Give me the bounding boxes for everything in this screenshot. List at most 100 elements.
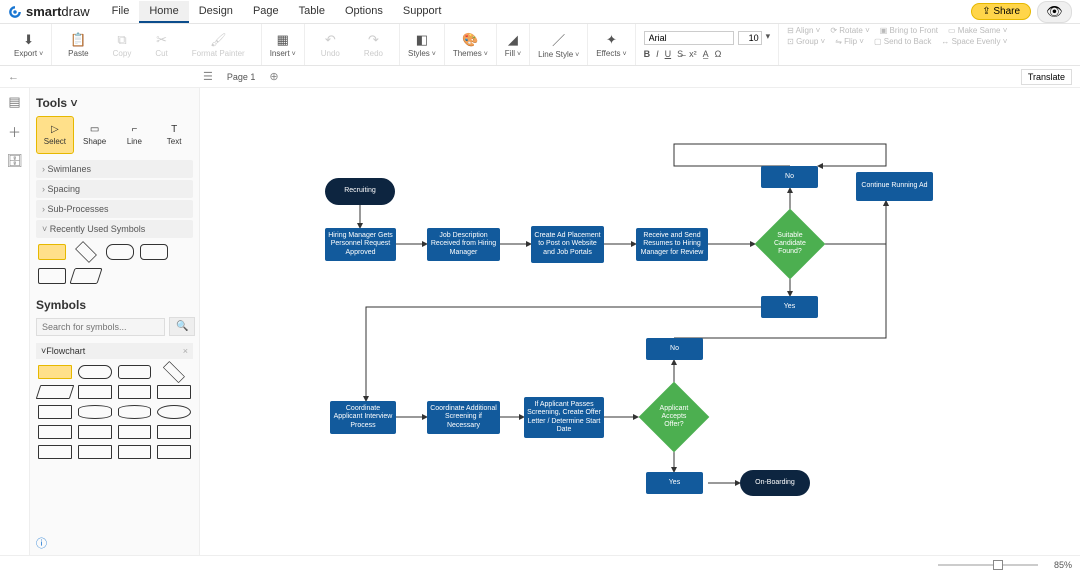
paste-button[interactable]: 📋Paste xyxy=(60,32,96,58)
recent-symbol-round-rect[interactable] xyxy=(140,244,168,260)
sym-pill[interactable] xyxy=(78,365,112,379)
rail-add-icon[interactable]: ＋ xyxy=(8,122,21,141)
rail-layers-icon[interactable]: ▤ xyxy=(8,94,20,110)
sym-rect3[interactable] xyxy=(38,425,72,439)
effects-button[interactable]: ✦Effects xyxy=(588,24,635,65)
list-toggle-icon[interactable]: ☰ xyxy=(203,70,213,83)
node-recruiting[interactable]: Recruiting xyxy=(325,178,395,205)
share-button[interactable]: ⇪ Share xyxy=(971,3,1031,20)
font-color-button[interactable]: A̲ xyxy=(703,49,709,59)
space-evenly-button[interactable]: ↔ Space Evenly ˅ xyxy=(941,37,1007,46)
search-icon[interactable]: 🔍 xyxy=(169,317,195,336)
insert-button[interactable]: ▦Insert xyxy=(262,24,305,65)
flowchart-section-header[interactable]: ˅ Flowchart× xyxy=(36,343,193,359)
underline-button[interactable]: U xyxy=(665,49,672,59)
export-button[interactable]: ⬇Export xyxy=(6,24,52,65)
bring-front-button[interactable]: ▣ Bring to Front xyxy=(880,26,938,35)
node-no-2[interactable]: No xyxy=(646,338,703,360)
back-button[interactable]: ← xyxy=(8,71,19,83)
font-size-input[interactable] xyxy=(738,31,762,45)
node-coord-screening[interactable]: Coordinate Additional Screening if Neces… xyxy=(427,401,500,434)
node-job-description[interactable]: Job Description Received from Hiring Man… xyxy=(427,228,500,261)
menu-file[interactable]: File xyxy=(102,1,140,23)
group-button[interactable]: ⊡ Group ˅ xyxy=(787,37,825,46)
tool-shape[interactable]: ▭Shape xyxy=(76,116,114,154)
sym-circle[interactable] xyxy=(157,405,191,419)
menu-table[interactable]: Table xyxy=(289,1,335,23)
recent-symbol-parallelogram[interactable] xyxy=(69,268,102,284)
node-yes-2[interactable]: Yes xyxy=(646,472,703,494)
sym-rect4[interactable] xyxy=(78,425,112,439)
recent-symbol-rect[interactable] xyxy=(38,244,66,260)
sym-roundrect[interactable] xyxy=(118,365,152,379)
node-yes-1[interactable]: Yes xyxy=(761,296,818,318)
sym-rect8[interactable] xyxy=(157,445,191,459)
tool-line[interactable]: ⌐Line xyxy=(116,116,154,154)
node-no-1[interactable]: No xyxy=(761,166,818,188)
page-tab[interactable]: Page 1 xyxy=(227,72,256,82)
rail-db-icon[interactable]: 🗄 xyxy=(6,153,23,169)
sym-tab[interactable] xyxy=(157,385,191,399)
accordion-swimlanes[interactable]: Swimlanes xyxy=(36,160,193,178)
preview-button[interactable]: 👁 xyxy=(1037,1,1072,23)
menu-options[interactable]: Options xyxy=(335,1,393,23)
node-continue-ad[interactable]: Continue Running Ad xyxy=(856,172,933,201)
align-button[interactable]: ⊟ Align ˅ xyxy=(787,26,820,35)
font-size-dropdown[interactable]: ▾ xyxy=(766,31,771,45)
sym-cylinder[interactable] xyxy=(78,405,112,419)
node-coord-interview[interactable]: Coordinate Applicant Interview Process xyxy=(330,401,396,434)
translate-button[interactable]: Translate xyxy=(1021,69,1072,85)
font-family-select[interactable] xyxy=(644,31,734,45)
bold-button[interactable]: B xyxy=(644,49,651,59)
sym-rect5[interactable] xyxy=(118,425,152,439)
sym-doc[interactable] xyxy=(78,385,112,399)
recent-symbol-rect2[interactable] xyxy=(38,268,66,284)
canvas[interactable]: Recruiting Hiring Manager Gets Personnel… xyxy=(200,88,1080,555)
sym-trap[interactable] xyxy=(118,445,152,459)
styles-button[interactable]: ◧Styles xyxy=(400,24,445,65)
recent-symbol-pill[interactable] xyxy=(106,244,134,260)
superscript-button[interactable]: x² xyxy=(689,49,697,59)
sym-rect[interactable] xyxy=(38,365,72,379)
tool-select[interactable]: ▷Select xyxy=(36,116,74,154)
strike-button[interactable]: S̶ xyxy=(677,49,683,59)
menu-design[interactable]: Design xyxy=(189,1,243,23)
accordion-subprocesses[interactable]: Sub-Processes xyxy=(36,200,193,218)
make-same-button[interactable]: ▭ Make Same ˅ xyxy=(948,26,1007,35)
symbol-search-input[interactable] xyxy=(36,318,165,336)
zoom-slider[interactable] xyxy=(938,564,1038,566)
menu-support[interactable]: Support xyxy=(393,1,452,23)
sym-card[interactable] xyxy=(118,385,152,399)
sym-rect7[interactable] xyxy=(38,445,72,459)
recent-symbol-diamond[interactable] xyxy=(75,241,97,263)
flip-button[interactable]: ⇋ Flip ˅ xyxy=(835,37,864,46)
menu-home[interactable]: Home xyxy=(139,1,188,23)
zoom-percent[interactable]: 85% xyxy=(1054,560,1072,570)
node-receive-resumes[interactable]: Receive and Send Resumes to Hiring Manag… xyxy=(636,228,708,261)
sym-para1[interactable] xyxy=(36,385,74,399)
close-section-icon[interactable]: × xyxy=(183,346,188,356)
add-page-button[interactable]: ⊕ xyxy=(269,70,278,83)
sym-diamond[interactable] xyxy=(163,361,185,383)
line-style-button[interactable]: ／Line Style xyxy=(530,24,588,65)
node-suitable-candidate[interactable]: Suitable Candidate Found? xyxy=(755,209,826,280)
node-accepts-offer[interactable]: Applicant Accepts Offer? xyxy=(639,382,710,453)
sym-rect6[interactable] xyxy=(157,425,191,439)
rotate-button[interactable]: ⟳ Rotate ˅ xyxy=(830,26,869,35)
fill-button[interactable]: ◢Fill xyxy=(497,24,530,65)
node-offer-letter[interactable]: If Applicant Passes Screening, Create Of… xyxy=(524,397,604,438)
tool-text[interactable]: TText xyxy=(155,116,193,154)
themes-button[interactable]: 🎨Themes xyxy=(445,24,497,65)
send-back-button[interactable]: ▢ Send to Back xyxy=(874,37,931,46)
accordion-recent[interactable]: Recently Used Symbols xyxy=(36,220,193,238)
node-onboarding[interactable]: On-Boarding xyxy=(740,470,810,496)
node-hiring-manager[interactable]: Hiring Manager Gets Personnel Request Ap… xyxy=(325,228,396,261)
menu-page[interactable]: Page xyxy=(243,1,289,23)
node-create-ad[interactable]: Create Ad Placement to Post on Website a… xyxy=(531,226,604,263)
sym-rect2[interactable] xyxy=(38,405,72,419)
clear-format-button[interactable]: Ω xyxy=(715,49,722,59)
accordion-spacing[interactable]: Spacing xyxy=(36,180,193,198)
sym-disk[interactable] xyxy=(118,405,152,419)
help-icon[interactable]: ⓘ xyxy=(36,535,47,551)
italic-button[interactable]: I xyxy=(656,49,659,59)
